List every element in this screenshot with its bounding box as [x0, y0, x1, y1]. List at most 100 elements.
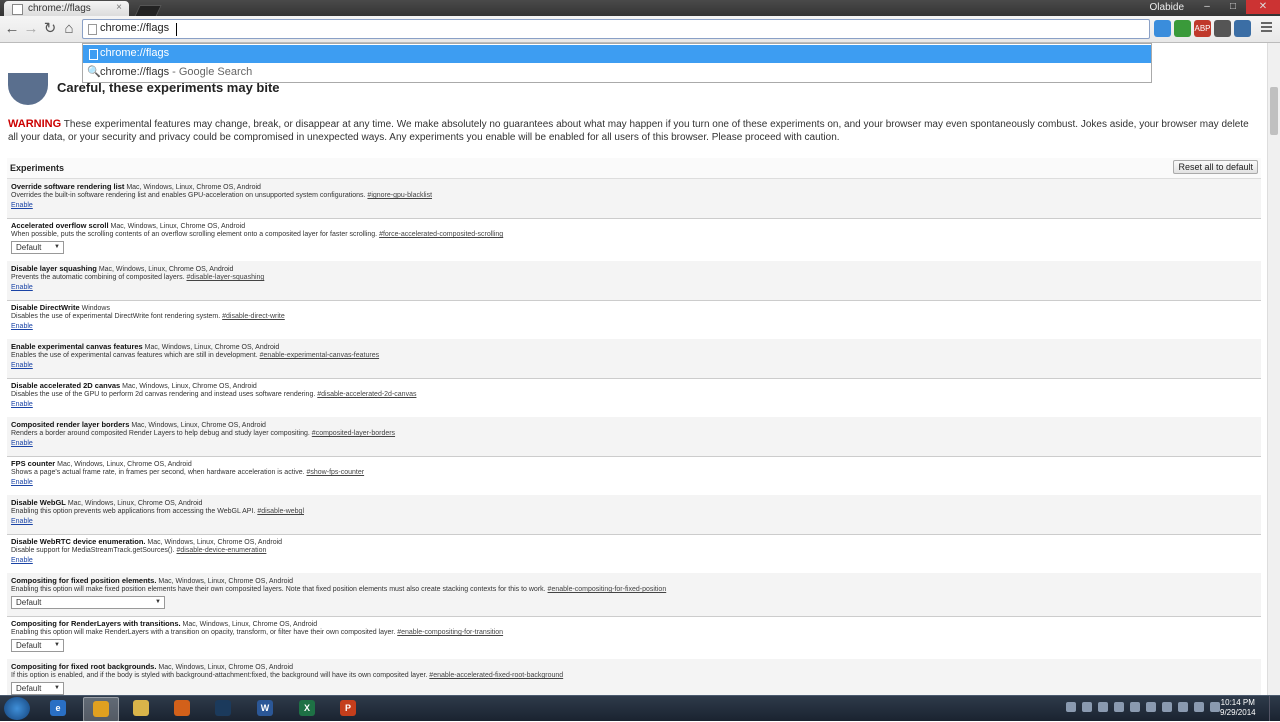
- option-select[interactable]: Default ▼: [11, 241, 64, 254]
- enable-link[interactable]: Enable: [11, 362, 33, 369]
- adblock-icon[interactable]: ABP: [1194, 20, 1211, 37]
- enable-link[interactable]: Enable: [11, 323, 33, 330]
- chevron-down-icon: ▼: [54, 685, 60, 691]
- menu-icon[interactable]: [1261, 22, 1272, 34]
- experiment-anchor-link[interactable]: #enable-accelerated-fixed-root-backgroun…: [429, 672, 563, 679]
- experiment-anchor-link[interactable]: #force-accelerated-composited-scrolling: [379, 231, 503, 238]
- windows-taskbar: e W X P 10:14 PM 9/29/2014: [0, 695, 1280, 722]
- tray-icon[interactable]: [1162, 702, 1172, 712]
- scrollbar-thumb[interactable]: [1270, 87, 1278, 135]
- reset-all-button[interactable]: Reset all to default: [1173, 160, 1258, 174]
- experiment-row: Compositing for fixed position elements.…: [7, 573, 1261, 617]
- experiment-description: Renders a border around composited Rende…: [11, 430, 396, 437]
- ghost-ext-icon[interactable]: [1214, 20, 1231, 37]
- enable-link[interactable]: Enable: [11, 479, 33, 486]
- tray-icon[interactable]: [1210, 702, 1220, 712]
- text-caret: [176, 23, 177, 36]
- close-window-button[interactable]: ✕: [1246, 0, 1280, 14]
- green-ext-icon[interactable]: [1174, 20, 1191, 37]
- experiment-anchor-link[interactable]: #ignore-gpu-blacklist: [367, 192, 432, 199]
- experiment-row: Compositing for fixed root backgrounds. …: [7, 659, 1261, 695]
- tray-icon[interactable]: [1146, 702, 1156, 712]
- suggestion-url[interactable]: chrome://flags: [83, 45, 1151, 63]
- enable-link[interactable]: Enable: [11, 284, 33, 291]
- chevron-down-icon: ▼: [54, 642, 60, 648]
- tray-icon[interactable]: [1114, 702, 1124, 712]
- experiments-header: Experiments Reset all to default: [7, 158, 1261, 179]
- experiment-title: Composited render layer borders Mac, Win…: [11, 420, 266, 429]
- powerpoint-taskbar-icon[interactable]: P: [331, 697, 365, 720]
- experiment-row: Override software rendering list Mac, Wi…: [7, 179, 1261, 219]
- start-button[interactable]: [4, 697, 30, 720]
- enable-link[interactable]: Enable: [11, 202, 33, 209]
- skype-icon[interactable]: [1154, 20, 1171, 37]
- experiment-anchor-link[interactable]: #disable-layer-squashing: [186, 274, 264, 281]
- search-icon: 🔍: [87, 66, 101, 78]
- enable-link[interactable]: Enable: [11, 401, 33, 408]
- tab-close-icon[interactable]: ×: [116, 2, 122, 13]
- browser-toolbar: ← → ↻ ⌂ chrome://flags ABP: [0, 16, 1280, 43]
- clock[interactable]: 10:14 PM 9/29/2014: [1220, 698, 1256, 718]
- steam-taskbar-icon[interactable]: [206, 697, 240, 720]
- ie-taskbar-icon[interactable]: e: [41, 697, 75, 720]
- page-scrollbar[interactable]: [1267, 43, 1280, 695]
- enable-link[interactable]: Enable: [11, 518, 33, 525]
- experiment-anchor-link[interactable]: #composited-layer-borders: [312, 430, 395, 437]
- minimize-button[interactable]: –: [1194, 0, 1220, 14]
- profile-name[interactable]: Olabide: [1150, 2, 1184, 13]
- warning-text: WARNING These experimental features may …: [8, 118, 1249, 143]
- tray-icon[interactable]: [1130, 702, 1140, 712]
- suggestion-label: chrome://flags - Google Search: [100, 66, 253, 78]
- experiment-description: Enabling this option will make RenderLay…: [11, 629, 504, 636]
- app-glyph: [174, 700, 190, 716]
- title-bar: chrome://flags × Olabide – □ ✕: [0, 0, 1280, 17]
- firefox-taskbar-icon[interactable]: [165, 697, 199, 720]
- home-button[interactable]: ⌂: [60, 20, 78, 38]
- experiment-title: Compositing for fixed position elements.…: [11, 576, 293, 585]
- explorer-taskbar-icon[interactable]: [124, 697, 158, 720]
- page-icon: [89, 49, 98, 60]
- option-select[interactable]: Default ▼: [11, 596, 165, 609]
- tray-icon[interactable]: [1178, 702, 1188, 712]
- enable-link[interactable]: Enable: [11, 557, 33, 564]
- address-bar[interactable]: chrome://flags: [82, 19, 1150, 39]
- word-taskbar-icon[interactable]: W: [248, 697, 282, 720]
- tray-icon[interactable]: [1194, 702, 1204, 712]
- experiment-anchor-link[interactable]: #disable-webgl: [257, 508, 304, 515]
- tray-icon[interactable]: [1066, 702, 1076, 712]
- address-input[interactable]: chrome://flags: [100, 22, 169, 34]
- flags-page: Careful, these experiments may bite WARN…: [0, 43, 1268, 695]
- show-desktop-button[interactable]: [1269, 696, 1280, 721]
- maximize-button[interactable]: □: [1220, 0, 1246, 14]
- experiment-row: Disable WebGL Mac, Windows, Linux, Chrom…: [7, 495, 1261, 535]
- experiment-title: Disable layer squashing Mac, Windows, Li…: [11, 264, 234, 273]
- experiment-title: Compositing for RenderLayers with transi…: [11, 619, 318, 628]
- back-button[interactable]: ←: [3, 20, 21, 38]
- option-select[interactable]: Default ▼: [11, 682, 64, 695]
- tab-flags[interactable]: chrome://flags ×: [4, 1, 129, 16]
- system-tray: [1066, 702, 1220, 712]
- option-select[interactable]: Default ▼: [11, 639, 64, 652]
- experiment-anchor-link[interactable]: #enable-compositing-for-transition: [397, 629, 503, 636]
- experiment-anchor-link[interactable]: #enable-compositing-for-fixed-position: [548, 586, 667, 593]
- chrome-taskbar-icon[interactable]: [83, 697, 119, 722]
- puzzle-ext-icon[interactable]: [1234, 20, 1251, 37]
- experiment-row: Disable accelerated 2D canvas Mac, Windo…: [7, 378, 1261, 418]
- tray-icon[interactable]: [1082, 702, 1092, 712]
- experiment-anchor-link[interactable]: #disable-accelerated-2d-canvas: [317, 391, 416, 398]
- experiment-anchor-link[interactable]: #disable-device-enumeration: [176, 547, 266, 554]
- suggestion-search[interactable]: 🔍 chrome://flags - Google Search: [83, 64, 1151, 82]
- experiment-title: FPS counter Mac, Windows, Linux, Chrome …: [11, 459, 192, 468]
- experiment-description: Enabling this option prevents web applic…: [11, 508, 305, 515]
- tray-icon[interactable]: [1098, 702, 1108, 712]
- experiment-row: Disable WebRTC device enumeration. Mac, …: [7, 534, 1261, 574]
- experiment-row: Composited render layer borders Mac, Win…: [7, 417, 1261, 457]
- forward-button[interactable]: →: [22, 20, 40, 38]
- experiment-anchor-link[interactable]: #show-fps-counter: [307, 469, 365, 476]
- reload-button[interactable]: ↻: [41, 20, 59, 38]
- experiment-row: Enable experimental canvas features Mac,…: [7, 339, 1261, 379]
- experiment-anchor-link[interactable]: #enable-experimental-canvas-features: [260, 352, 379, 359]
- experiment-anchor-link[interactable]: #disable-direct-write: [222, 313, 285, 320]
- excel-taskbar-icon[interactable]: X: [290, 697, 324, 720]
- enable-link[interactable]: Enable: [11, 440, 33, 447]
